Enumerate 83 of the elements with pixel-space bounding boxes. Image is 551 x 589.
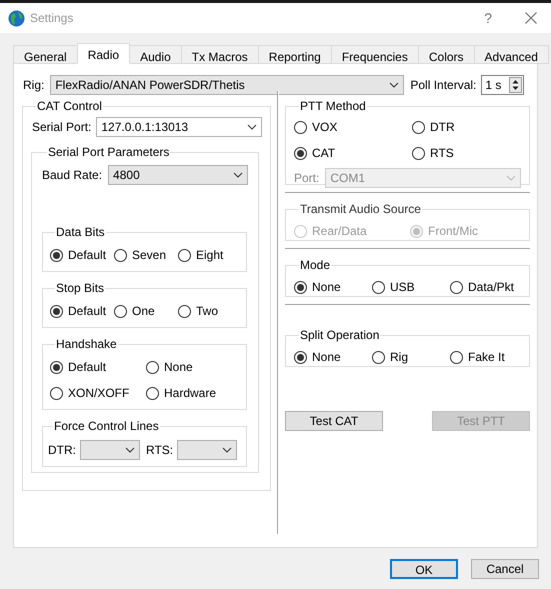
radio-indicator[interactable] <box>114 304 127 318</box>
tab[interactable]: Colors <box>418 45 475 64</box>
radio-indicator[interactable] <box>412 120 425 134</box>
group-title: Mode <box>299 257 332 274</box>
radio-indicator[interactable] <box>450 350 463 364</box>
radio-button[interactable]: DTR <box>412 118 455 136</box>
radio-indicator[interactable] <box>372 350 385 364</box>
close-icon[interactable] <box>525 12 537 24</box>
radio-button[interactable]: Rig <box>372 348 408 366</box>
group-title: Handshake <box>55 336 118 353</box>
radio-indicator[interactable] <box>294 350 307 364</box>
radio-button[interactable]: Default <box>50 302 106 320</box>
group-title: Split Operation <box>299 327 380 344</box>
group-title: Serial Port Parameters <box>47 144 170 161</box>
radio-indicator[interactable] <box>50 248 63 262</box>
radio-indicator[interactable] <box>372 280 385 294</box>
group-title: Stop Bits <box>55 280 106 297</box>
chevron-down-icon <box>247 124 257 130</box>
group-title: Transmit Audio Source <box>299 201 422 218</box>
tab[interactable]: Tx Macros <box>180 45 259 64</box>
field-label: RTS: <box>146 442 174 459</box>
dropdown[interactable]: 4800 <box>108 165 248 185</box>
radio-indicator[interactable] <box>294 146 307 160</box>
field-label: Port: <box>294 170 320 187</box>
radio-indicator[interactable] <box>114 248 127 262</box>
group-title: Data Bits <box>55 224 106 241</box>
radio-indicator[interactable] <box>50 360 63 374</box>
dialog-button[interactable]: Cancel <box>471 559 539 579</box>
radio-indicator[interactable] <box>412 146 425 160</box>
radio-button[interactable]: XON/XOFF <box>50 384 130 402</box>
dropdown[interactable]: FlexRadio/ANAN PowerSDR/Thetis <box>50 74 404 94</box>
radio-indicator[interactable] <box>50 386 63 400</box>
tab[interactable]: Audio <box>129 45 182 64</box>
field-label: Serial Port: <box>32 119 92 136</box>
radio-indicator[interactable] <box>146 386 159 400</box>
radio-indicator[interactable] <box>178 248 191 262</box>
tab[interactable]: General <box>13 45 78 64</box>
test-button[interactable]: Test CAT <box>285 411 383 431</box>
radio-button[interactable]: RTS <box>412 144 454 162</box>
chevron-down-icon <box>233 172 243 178</box>
group-title: PTT Method <box>299 98 367 115</box>
up-down-arrows-icon[interactable] <box>509 76 522 92</box>
spin-box[interactable]: 1 s <box>481 74 524 94</box>
group-title: Force Control Lines <box>53 418 160 435</box>
dialog-button[interactable]: OK <box>390 559 458 579</box>
tab[interactable]: Radio <box>76 43 130 64</box>
radio-button[interactable]: VOX <box>294 118 338 136</box>
help-button[interactable]: ? <box>484 8 492 28</box>
radio-button[interactable]: Eight <box>178 246 224 264</box>
radio-button[interactable]: Two <box>178 302 218 320</box>
chevron-down-icon <box>222 447 232 453</box>
radio-button[interactable]: CAT <box>294 144 336 162</box>
chevron-down-icon <box>506 175 516 181</box>
field-label: Poll Interval: <box>410 76 476 94</box>
radio-button[interactable]: Seven <box>114 246 166 264</box>
radio-button[interactable]: None <box>146 358 193 376</box>
radio-button[interactable]: Default <box>50 246 106 264</box>
radio-button[interactable]: USB <box>372 278 415 296</box>
radio-indicator[interactable] <box>50 304 63 318</box>
tab[interactable]: Frequencies <box>330 45 419 64</box>
globe-icon <box>8 10 25 26</box>
radio-button[interactable]: Fake It <box>450 348 505 366</box>
group-title: CAT Control <box>36 98 103 115</box>
chevron-down-icon <box>389 82 400 88</box>
radio-indicator[interactable] <box>178 304 191 318</box>
dropdown[interactable]: 127.0.0.1:13013 <box>96 117 262 137</box>
radio-button[interactable]: Default <box>50 358 106 376</box>
radio-button[interactable]: None <box>294 348 341 366</box>
field-label: Baud Rate: <box>42 167 102 184</box>
radio-indicator[interactable] <box>294 120 307 134</box>
radio-button[interactable]: Data/Pkt <box>450 278 514 296</box>
radio-button[interactable]: Hardware <box>146 384 216 402</box>
radio-indicator[interactable] <box>146 360 159 374</box>
radio-indicator[interactable] <box>294 280 307 294</box>
tab[interactable]: Reporting <box>258 45 332 64</box>
radio-indicator[interactable] <box>450 280 463 294</box>
window-title: Settings <box>30 10 74 27</box>
field-label: Rig: <box>23 76 44 94</box>
chevron-down-icon <box>125 447 135 453</box>
field-label: DTR: <box>48 442 76 459</box>
tab[interactable]: Advanced <box>474 45 549 64</box>
radio-button[interactable]: One <box>114 302 155 320</box>
radio-button[interactable]: None <box>294 278 341 296</box>
